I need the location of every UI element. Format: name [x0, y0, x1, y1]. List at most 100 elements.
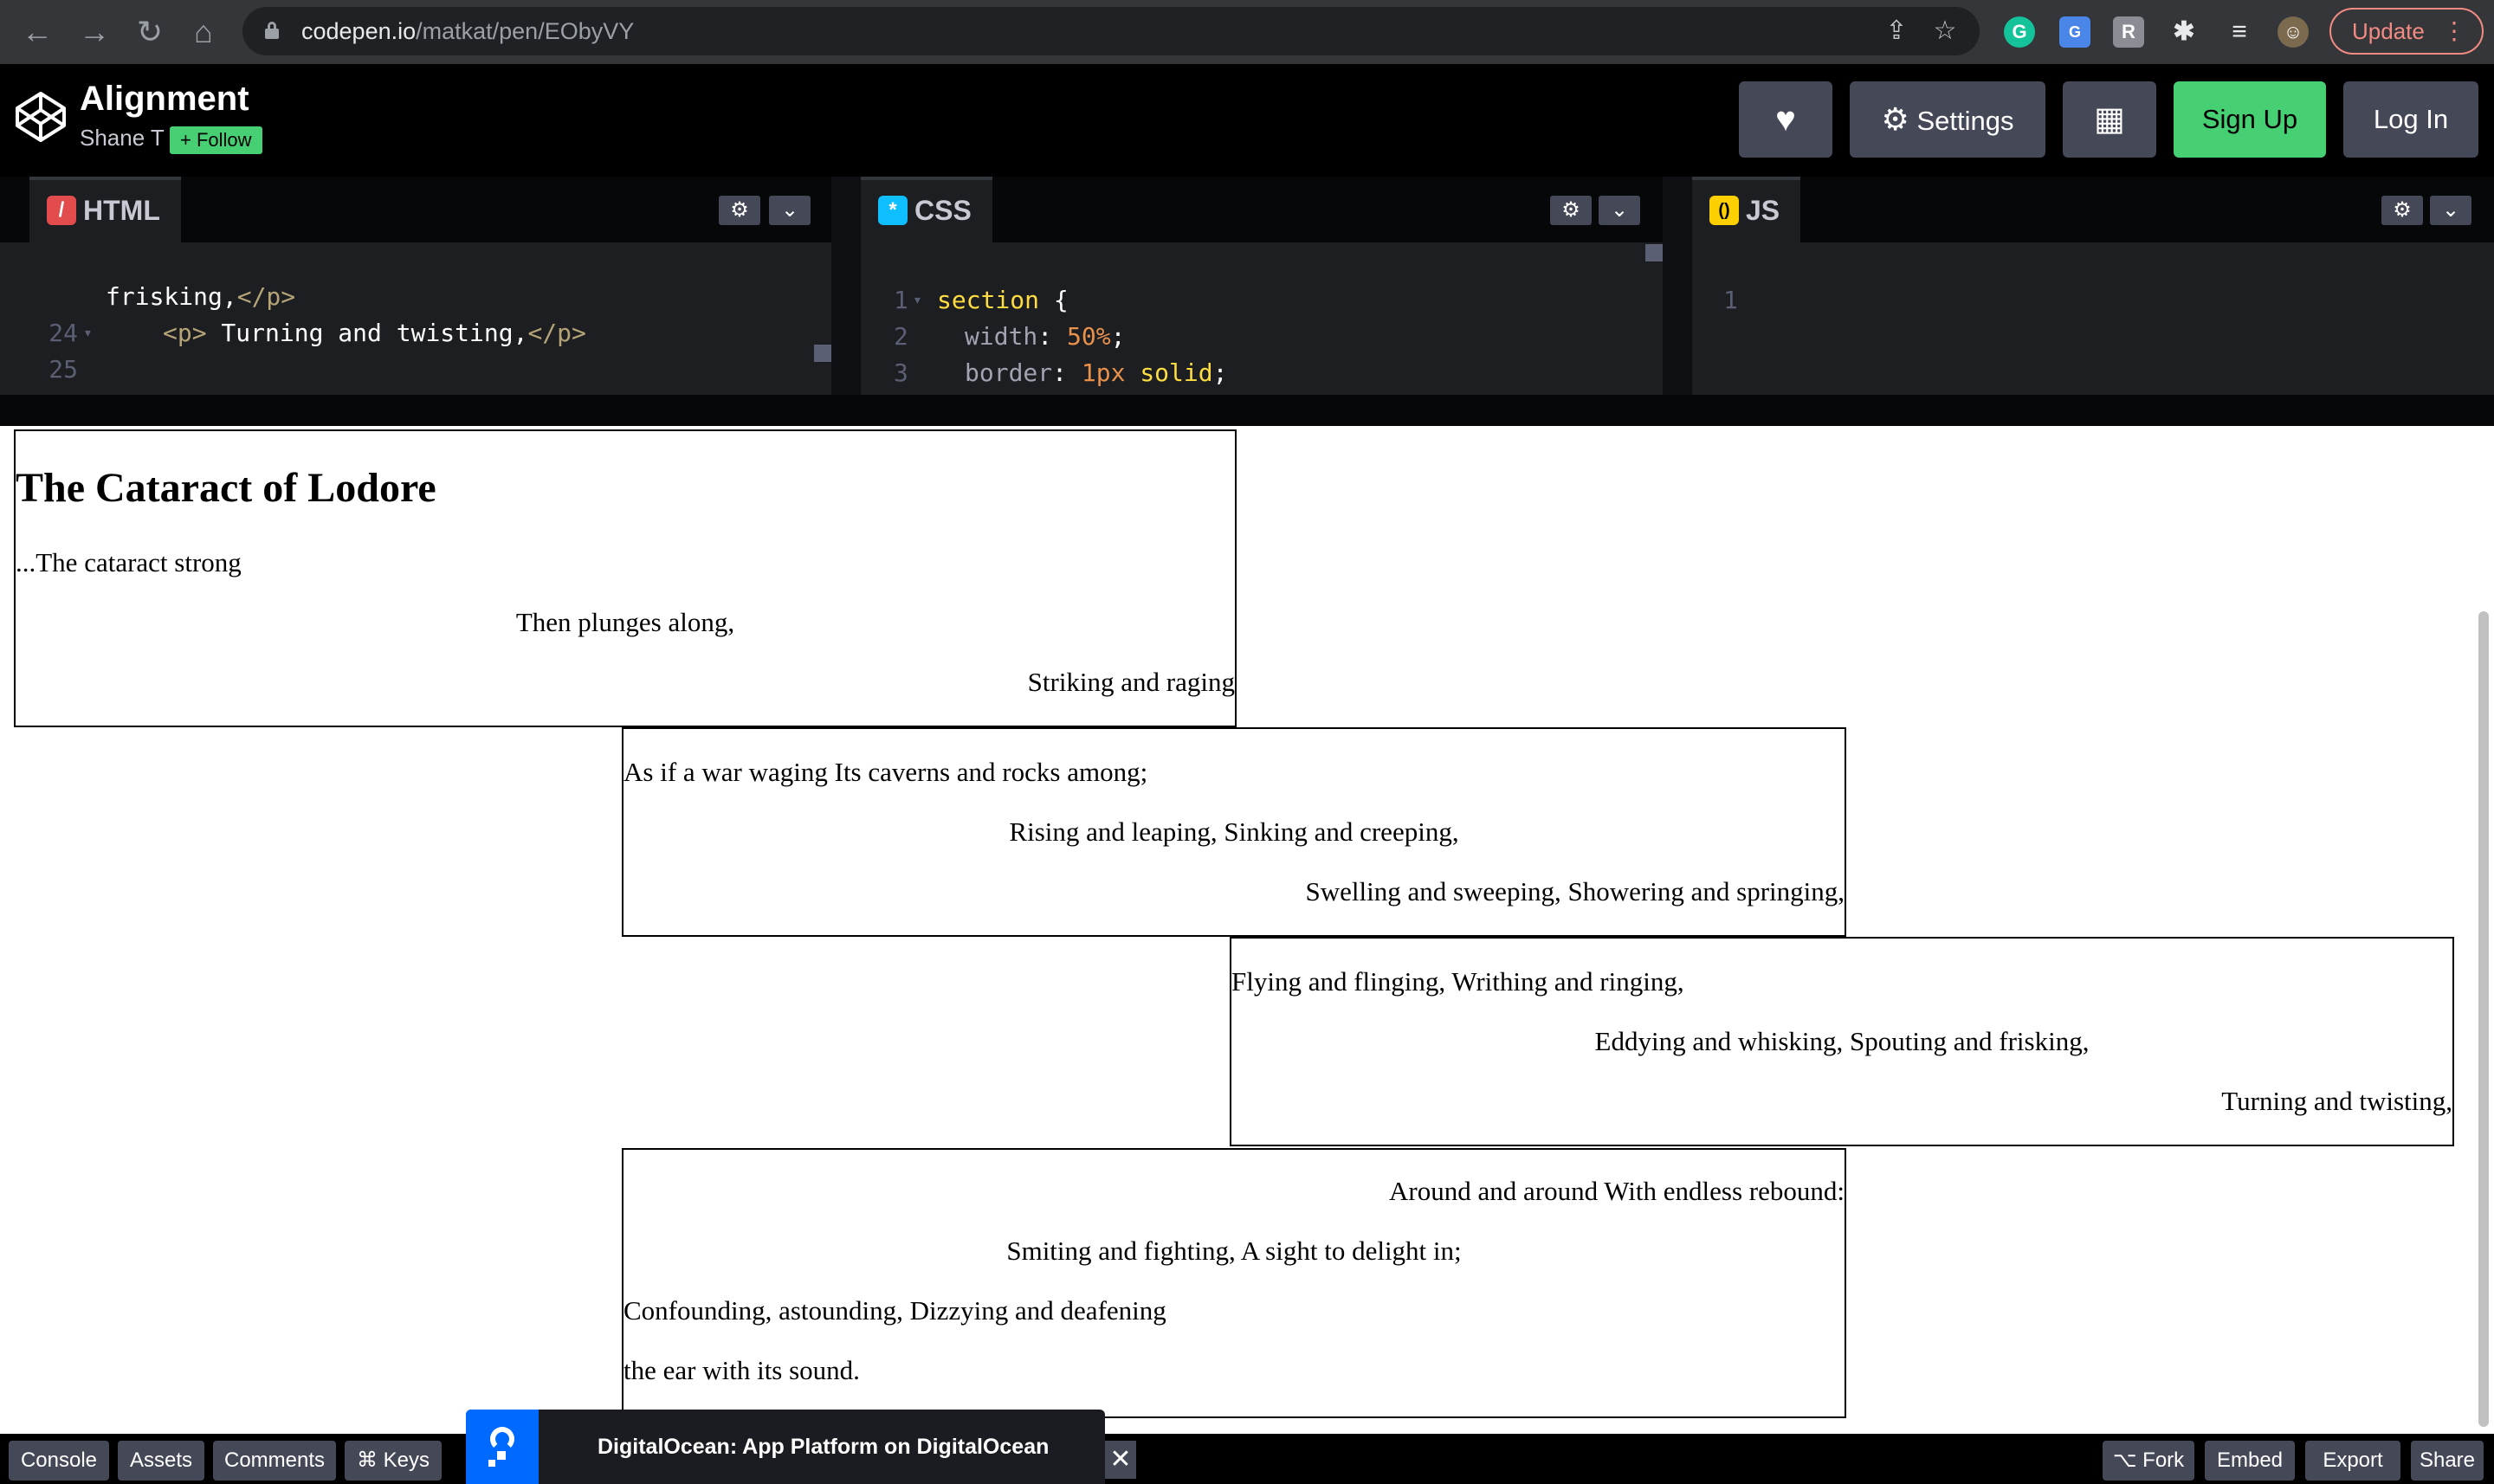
forward-icon[interactable]: →: [74, 12, 114, 52]
editor-panels: / HTML ⚙ ⌄ frisking,</p> 24 ▾ <p> Turning a…: [0, 177, 2494, 423]
layout-button[interactable]: ▦: [2063, 81, 2156, 158]
digitalocean-logo-icon: [466, 1410, 539, 1484]
js-badge-icon: (): [1709, 196, 1739, 225]
css-code[interactable]: 1 ▾ section { 2 width: 50%; 3 border: 1px so…: [861, 242, 1663, 423]
poem-section: As if a war waging Its caverns and rocks…: [622, 727, 1846, 937]
follow-button[interactable]: + Follow: [170, 126, 262, 154]
poem-section: Around and around With endless rebound: …: [622, 1148, 1846, 1418]
js-editor[interactable]: () JS ⚙ ⌄ 1: [1692, 177, 2494, 395]
preview-frame[interactable]: The Cataract of Lodore ...The cataract s…: [0, 426, 2494, 1434]
signup-button[interactable]: Sign Up: [2174, 81, 2326, 158]
code-line: 25: [48, 355, 78, 384]
pen-title[interactable]: Alignment: [80, 80, 249, 119]
fork-button[interactable]: ⌥ Fork: [2103, 1441, 2194, 1481]
tab-js[interactable]: () JS: [1692, 177, 1801, 242]
poem-section: Flying and flinging, Writhing and ringin…: [1230, 937, 2454, 1146]
scroll-thumb[interactable]: [2478, 611, 2489, 1427]
address-bar[interactable]: codepen.io/matkat/pen/EObyVY ⇪ ☆: [242, 7, 1980, 55]
console-button[interactable]: Console: [9, 1441, 109, 1481]
html-code[interactable]: frisking,</p> 24 ▾ <p> Turning and twistin…: [0, 242, 831, 420]
chevron-down-icon: ⌄: [2441, 198, 2460, 222]
html-badge-icon: /: [47, 196, 76, 225]
reading-list-icon[interactable]: ≡: [2224, 16, 2255, 48]
code-line: 1 ▾ section {: [894, 286, 1069, 314]
poem-line: As if a war waging Its caverns and rocks…: [624, 757, 1148, 787]
code-line: 1: [1723, 286, 1738, 314]
codepen-logo-icon[interactable]: [14, 90, 68, 144]
gear-icon: ⚙: [730, 198, 749, 222]
star-icon[interactable]: ☆: [1929, 16, 1961, 47]
layout-icon: ▦: [2094, 101, 2125, 138]
resize-handle[interactable]: [0, 395, 2494, 426]
poem-line: ...The cataract strong: [16, 547, 242, 577]
poem-section: The Cataract of Lodore ...The cataract s…: [14, 429, 1237, 727]
editor-header: () JS ⚙ ⌄: [1692, 177, 2494, 242]
update-button[interactable]: Update ⋮: [2329, 8, 2484, 55]
css-editor[interactable]: * CSS ⚙ ⌄ 1 ▾ section { 2 width: 50%; 3 borde…: [861, 177, 1663, 423]
profile-avatar[interactable]: ☺: [2278, 16, 2309, 48]
code-line: 2 width: 50%;: [894, 322, 1126, 351]
share-icon[interactable]: ⇪: [1881, 16, 1912, 47]
editor-header: * CSS ⚙ ⌄: [861, 177, 1663, 242]
editor-settings-button[interactable]: ⚙: [719, 196, 760, 225]
grammarly-icon[interactable]: G: [2004, 16, 2035, 48]
codepen-footer: Console Assets Comments ⌘ Keys ⌥ Fork Em…: [0, 1434, 2494, 1484]
poem-line: Eddying and whisking, Spouting and frisk…: [1594, 1026, 2090, 1056]
editor-collapse-button[interactable]: ⌄: [769, 196, 811, 225]
poem-line: Confounding, astounding, Dizzying and de…: [624, 1295, 1166, 1326]
sponsor-ad[interactable]: DigitalOcean: App Platform on DigitalOce…: [466, 1410, 1105, 1484]
editor-settings-button[interactable]: ⚙: [1550, 196, 1592, 225]
editor-settings-button[interactable]: ⚙: [2381, 196, 2423, 225]
gear-icon: ⚙: [1561, 198, 1580, 222]
export-button[interactable]: Export: [2305, 1441, 2400, 1481]
embed-button[interactable]: Embed: [2205, 1441, 2295, 1481]
gear-icon: ⚙: [2393, 198, 2412, 222]
comments-button[interactable]: Comments: [213, 1441, 336, 1481]
editor-collapse-button[interactable]: ⌄: [1599, 196, 1640, 225]
html-editor[interactable]: / HTML ⚙ ⌄ frisking,</p> 24 ▾ <p> Turning a…: [0, 177, 831, 420]
poem-line: Swelling and sweeping, Showering and spr…: [1305, 876, 1845, 907]
gear-icon: ⚙: [1881, 101, 1909, 137]
code-line: 26</section>: [0, 352, 265, 420]
preview-scrollbar[interactable]: [2475, 426, 2494, 1434]
chevron-down-icon: ⌄: [780, 198, 799, 222]
poem-line: the ear with its sound.: [624, 1355, 860, 1385]
chevron-down-icon: ⌄: [1610, 198, 1629, 222]
codepen-header: Alignment Shane T + Follow ♥ ⚙ Settings …: [0, 64, 2494, 177]
close-icon[interactable]: ✕: [1105, 1441, 1136, 1479]
assets-button[interactable]: Assets: [118, 1441, 204, 1481]
tab-css[interactable]: * CSS: [861, 177, 992, 242]
code-line: 24 ▾ <p> Turning and twisting,</p>: [48, 319, 586, 347]
ad-text[interactable]: DigitalOcean: App Platform on DigitalOce…: [598, 1410, 1049, 1484]
code-line: 3 border: 1px solid;: [894, 358, 1228, 387]
keys-button[interactable]: ⌘ Keys: [345, 1441, 442, 1481]
pen-author[interactable]: Shane T: [80, 125, 165, 152]
editor-collapse-button[interactable]: ⌄: [2430, 196, 2471, 225]
reload-icon[interactable]: ↻: [130, 12, 170, 52]
settings-button[interactable]: ⚙ Settings: [1850, 81, 2045, 158]
code-line: 4}: [861, 355, 978, 423]
scroll-thumb[interactable]: [814, 345, 831, 362]
poem-title: The Cataract of Lodore: [16, 465, 436, 511]
scroll-thumb[interactable]: [1645, 244, 1663, 261]
poem-line: Flying and flinging, Writhing and ringin…: [1231, 966, 1684, 997]
home-icon[interactable]: ⌂: [184, 12, 223, 52]
heart-icon: ♥: [1775, 100, 1796, 139]
poem-line: Turning and twisting,: [2221, 1086, 2452, 1116]
puzzle-icon[interactable]: ✱: [2168, 16, 2200, 48]
poem-line: Striking and raging: [1027, 667, 1235, 697]
code-line: frisking,</p>: [106, 282, 296, 311]
translate-icon[interactable]: G: [2059, 16, 2090, 48]
like-button[interactable]: ♥: [1739, 81, 1832, 158]
tab-html[interactable]: / HTML: [29, 177, 181, 242]
share-button[interactable]: Share: [2411, 1441, 2484, 1481]
more-icon[interactable]: ⋮: [2442, 10, 2466, 53]
css-badge-icon: *: [878, 196, 908, 225]
url-text[interactable]: codepen.io/matkat/pen/EObyVY: [301, 7, 634, 55]
back-icon[interactable]: ←: [17, 12, 57, 52]
extension-icon[interactable]: R: [2113, 16, 2144, 48]
js-code[interactable]: 1: [1692, 242, 2494, 395]
poem-line: Then plunges along,: [515, 607, 735, 637]
poem-line: Around and around With endless rebound:: [1389, 1176, 1845, 1206]
login-button[interactable]: Log In: [2343, 81, 2478, 158]
